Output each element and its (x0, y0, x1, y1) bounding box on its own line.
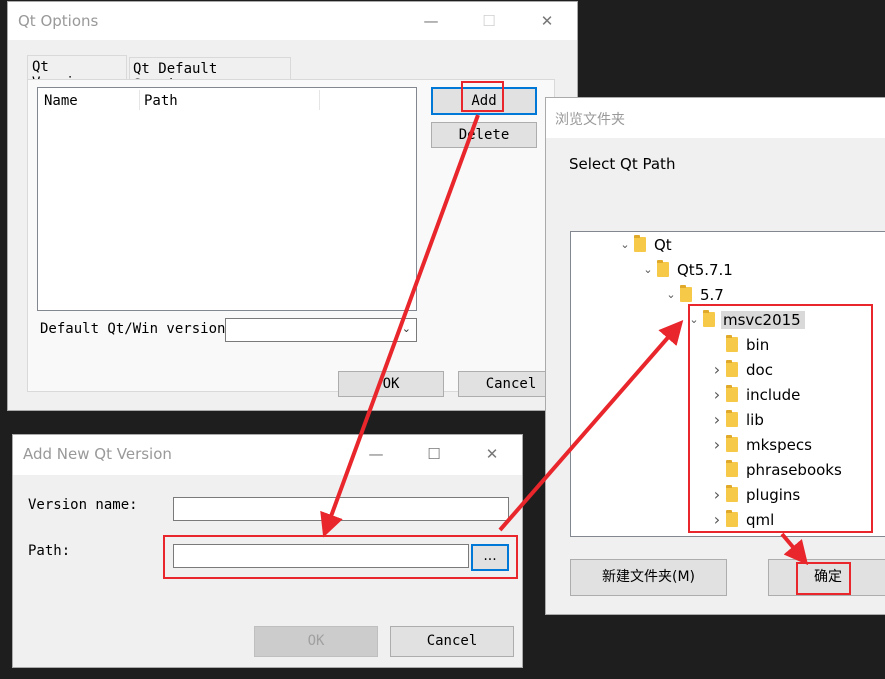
add-button-highlight (461, 81, 504, 112)
ok-button-label: OK (382, 376, 400, 392)
qt-versions-list[interactable]: Name Path (37, 87, 417, 311)
tab-qt-default-settings[interactable]: Qt Default Settings (129, 57, 291, 93)
browse-titlebar: 浏览文件夹 (546, 98, 885, 138)
tree-item-label: 5.7 (700, 285, 724, 304)
cancel-button-label: Cancel (485, 376, 537, 392)
chevron-down-icon[interactable]: ⌄ (662, 288, 680, 301)
add-version-titlebar: Add New Qt Version — ☐ ✕ (13, 435, 522, 475)
cancel-button-label: Cancel (426, 633, 478, 649)
new-folder-button-label: 新建文件夹(M) (601, 569, 695, 585)
cancel-button[interactable]: Cancel (390, 626, 514, 657)
browse-prompt: Select Qt Path (569, 155, 676, 173)
folder-icon (657, 260, 669, 277)
minimize-icon[interactable]: — (353, 439, 399, 469)
ok-button[interactable]: OK (338, 371, 444, 397)
window-title: Add New Qt Version (23, 445, 172, 463)
tree-item[interactable]: ⌄ Qt (616, 232, 672, 257)
column-divider (319, 90, 320, 110)
tree-item-label: Qt (654, 235, 672, 254)
ok-button-label: OK (307, 633, 325, 649)
version-name-label: Version name: (28, 497, 138, 513)
path-label: Path: (28, 543, 71, 559)
confirm-button-highlight (796, 562, 851, 595)
minimize-icon[interactable]: — (408, 6, 454, 36)
qt-options-titlebar: Qt Options — ☐ ✕ (8, 2, 577, 40)
tree-item[interactable]: ⌄ Qt5.7.1 (639, 257, 733, 282)
new-folder-button[interactable]: 新建文件夹(M) (570, 559, 727, 596)
chevron-down-icon: ⌄ (401, 322, 411, 335)
default-version-label: Default Qt/Win version: (40, 321, 234, 337)
maximize-icon: ☐ (482, 12, 496, 30)
tab-qt-versions[interactable]: Qt Versions (27, 55, 127, 91)
close-icon[interactable]: ✕ (524, 6, 570, 36)
folder-icon (680, 285, 692, 302)
tree-selection-highlight (688, 304, 873, 533)
default-version-select[interactable]: ⌄ (225, 318, 417, 342)
column-header-name[interactable]: Name (44, 93, 78, 109)
column-divider (139, 90, 140, 110)
column-header-path[interactable]: Path (144, 93, 178, 109)
window-title: Qt Options (18, 12, 99, 30)
chevron-down-icon[interactable]: ⌄ (616, 238, 634, 251)
qt-options-window: Qt Options — ☐ ✕ Qt Versions Qt Default … (7, 1, 578, 411)
delete-button-label: Delete (458, 127, 510, 143)
delete-button[interactable]: Delete (431, 122, 537, 148)
maximize-icon[interactable]: ☐ (411, 439, 457, 469)
window-title: 浏览文件夹 (555, 112, 625, 128)
chevron-down-icon[interactable]: ⌄ (639, 263, 657, 276)
path-row-highlight (163, 535, 518, 579)
tree-item-label: Qt5.7.1 (677, 260, 733, 279)
folder-icon (634, 235, 646, 252)
close-icon[interactable]: ✕ (469, 439, 515, 469)
ok-button: OK (254, 626, 378, 657)
version-name-input[interactable] (173, 497, 509, 521)
